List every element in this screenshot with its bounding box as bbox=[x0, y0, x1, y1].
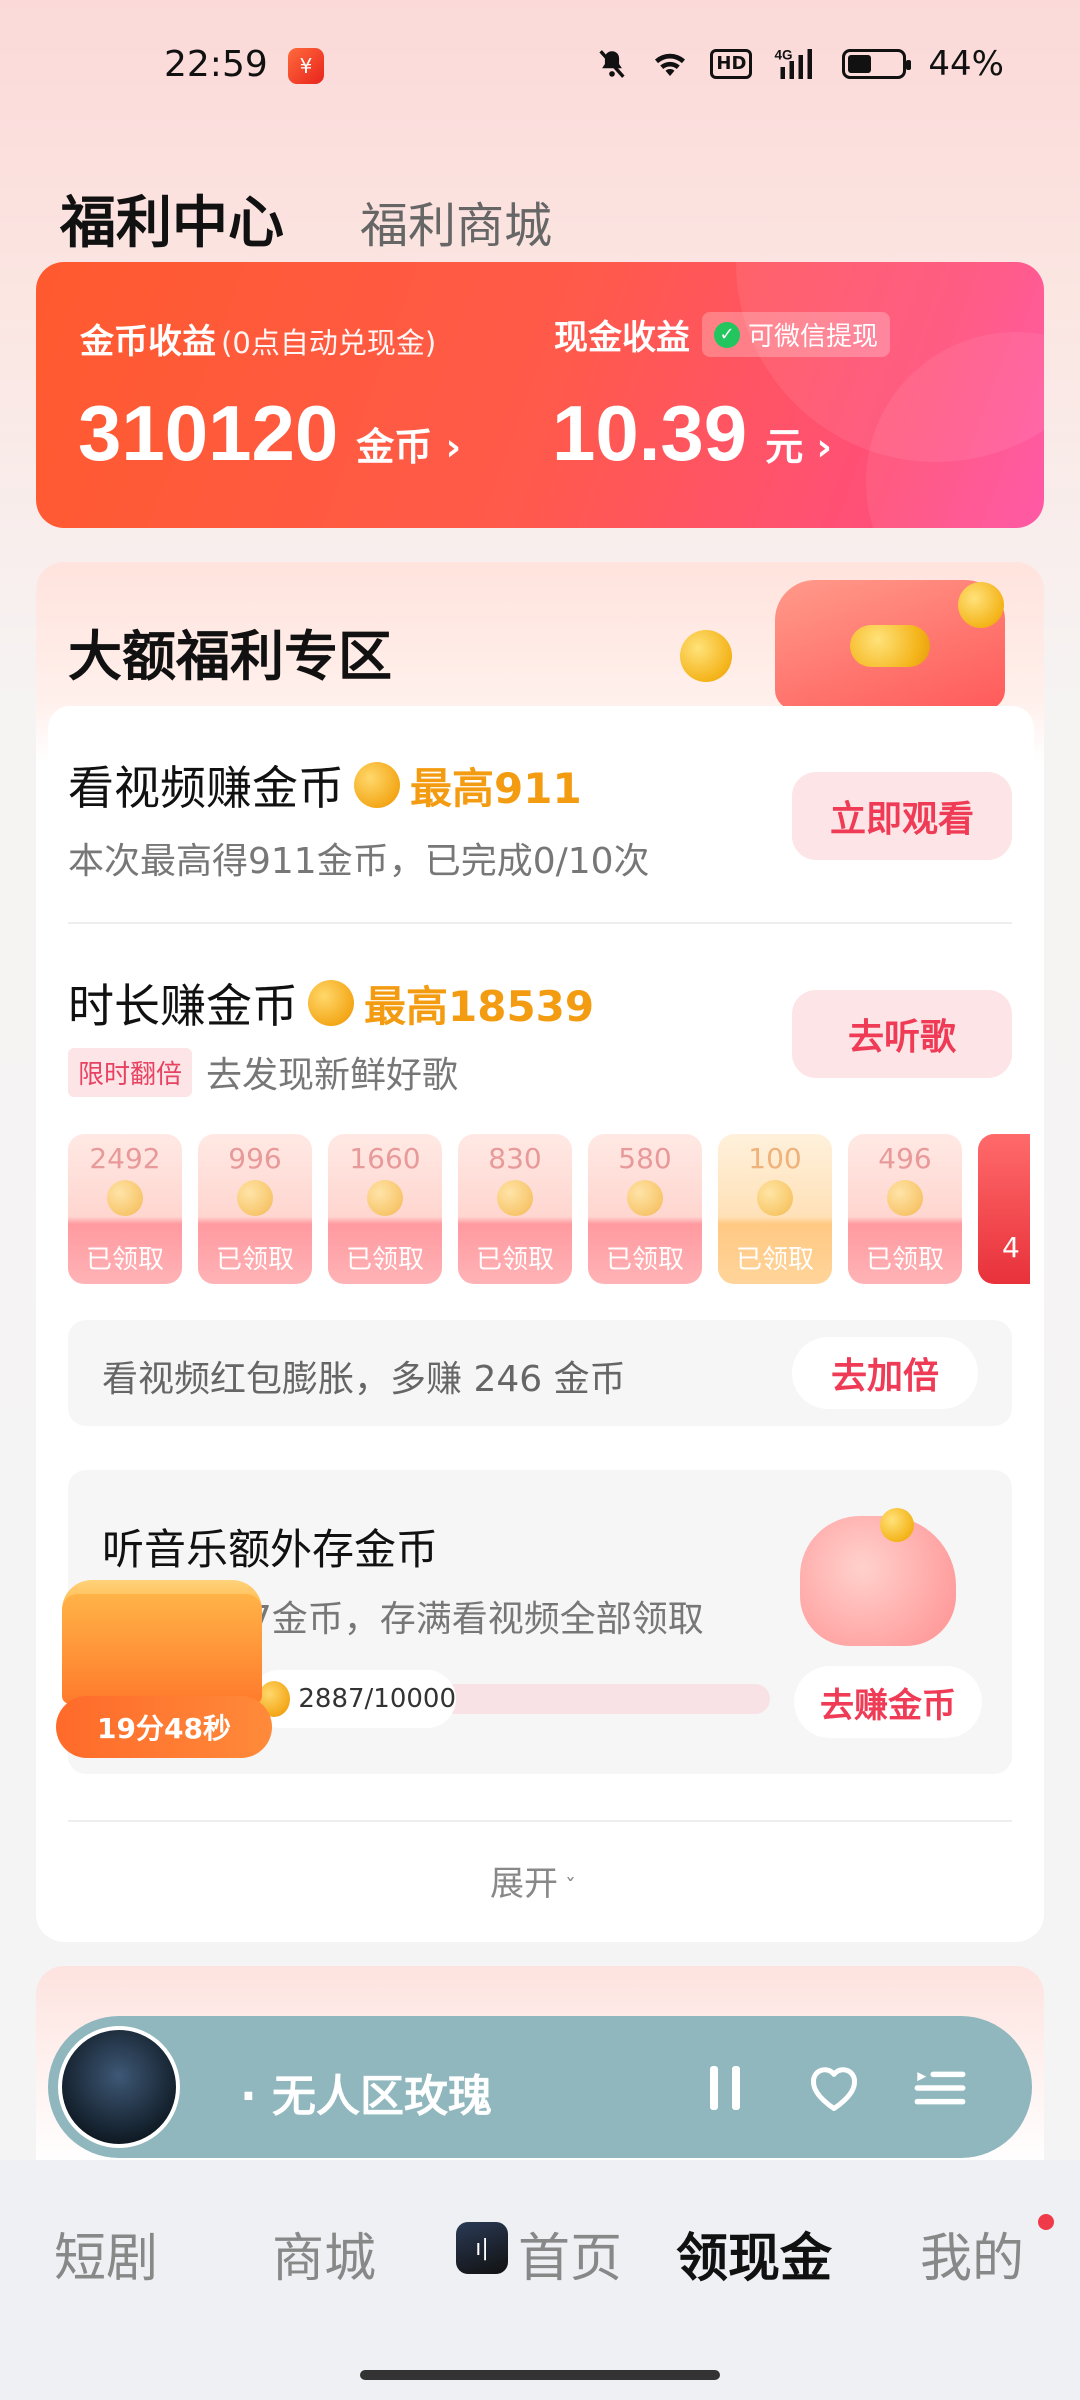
reward-envelope[interactable]: 2492 已领取 bbox=[68, 1134, 182, 1284]
treasure-chest-icon[interactable] bbox=[62, 1594, 262, 1704]
go-double-button[interactable]: 去加倍 bbox=[792, 1337, 978, 1409]
gold-coin-icon bbox=[880, 1508, 914, 1542]
video-task-title-row: 看视频赚金币 最高911 bbox=[68, 752, 582, 818]
status-time: 22:59 bbox=[164, 44, 268, 85]
now-playing-title[interactable]: · 无人区玫瑰 bbox=[240, 2060, 492, 2124]
battery-percent: 44% bbox=[928, 44, 1004, 84]
gold-coin-icon bbox=[680, 630, 732, 682]
gold-coin-icon bbox=[850, 625, 930, 667]
boost-text: 看视频红包膨胀，多赚 246 金币 bbox=[102, 1359, 626, 1400]
welfare-title: 大额福利专区 bbox=[68, 625, 392, 688]
chest-timer[interactable]: 19分48秒 bbox=[56, 1696, 272, 1758]
nav-get-cash[interactable]: 领现金 bbox=[676, 2216, 832, 2291]
mini-player[interactable] bbox=[48, 2016, 1032, 2158]
cellular-signal-icon: 4G bbox=[774, 46, 820, 82]
reward-envelope[interactable]: 996 已领取 bbox=[198, 1134, 312, 1284]
listen-task-desc-row: 限时翻倍 去发现新鲜好歌 bbox=[68, 1046, 458, 1098]
coin-icon bbox=[887, 1180, 923, 1216]
pause-icon[interactable] bbox=[696, 2058, 756, 2118]
listen-task-title-row: 时长赚金币 最高18539 bbox=[68, 970, 594, 1036]
tab-welfare-center[interactable]: 福利中心 bbox=[60, 178, 284, 259]
hd-badge: HD bbox=[710, 49, 753, 79]
music-savings-desc: 37金币，存满看视频全部领取 bbox=[226, 1599, 704, 1640]
video-task-desc: 本次最高得911金币，已完成0/10次 bbox=[68, 841, 650, 882]
coin-icon bbox=[367, 1180, 403, 1216]
wechat-check-icon: ✓ bbox=[714, 321, 740, 348]
coin-icon bbox=[497, 1180, 533, 1216]
nav-me[interactable]: 我的 bbox=[920, 2216, 1024, 2291]
reward-envelope[interactable]: 1660 已领取 bbox=[328, 1134, 442, 1284]
listen-task-max: 最高18539 bbox=[364, 981, 595, 1031]
listen-task-desc: 去发现新鲜好歌 bbox=[206, 1055, 459, 1096]
coin-icon bbox=[308, 980, 354, 1026]
chevron-down-icon: ˇ bbox=[558, 1876, 576, 1901]
wifi-icon bbox=[652, 46, 688, 82]
watch-now-button[interactable]: 立即观看 bbox=[792, 772, 1012, 860]
home-indicator[interactable] bbox=[360, 2370, 720, 2380]
limited-double-tag: 限时翻倍 bbox=[68, 1047, 193, 1097]
go-listen-button[interactable]: 去听歌 bbox=[792, 990, 1012, 1078]
nav-mall[interactable]: 商城 bbox=[272, 2216, 376, 2291]
album-cover[interactable] bbox=[58, 2026, 180, 2148]
nav-home[interactable]: 首页 bbox=[518, 2216, 622, 2291]
video-task-title: 看视频赚金币 bbox=[68, 761, 344, 815]
reward-envelope[interactable]: 4 bbox=[978, 1134, 1030, 1284]
divider bbox=[68, 922, 1012, 924]
notification-dot bbox=[1038, 2214, 1054, 2230]
gold-coin-icon bbox=[958, 582, 1004, 628]
reward-envelope[interactable]: 100 已领取 bbox=[718, 1134, 832, 1284]
earn-coins-button[interactable]: 去赚金币 bbox=[794, 1666, 982, 1738]
reward-envelope-row: 2492 已领取 996 已领取 1660 已领取 830 已领取 580 已领取 100… bbox=[68, 1134, 1030, 1284]
piggy-bank-icon bbox=[800, 1516, 956, 1646]
tab-welfare-mall[interactable]: 福利商城 bbox=[360, 186, 552, 256]
coin-icon bbox=[354, 762, 400, 808]
music-savings-title: 听音乐额外存金币 bbox=[102, 1525, 439, 1574]
playlist-icon[interactable] bbox=[910, 2058, 970, 2118]
app-notification-icon: ¥ bbox=[288, 48, 324, 84]
cash-earnings-value[interactable]: 10.39 元 › bbox=[552, 388, 832, 479]
nav-short-drama[interactable]: 短剧 bbox=[54, 2216, 158, 2291]
battery-icon bbox=[842, 49, 912, 79]
wechat-withdraw-badge: ✓ 可微信提现 bbox=[702, 312, 891, 357]
listen-task-title: 时长赚金币 bbox=[68, 979, 298, 1033]
savings-progress-pill: 2887/10000 bbox=[250, 1670, 456, 1728]
video-task-max: 最高911 bbox=[410, 763, 582, 813]
savings-progress-text: 2887/10000 bbox=[298, 1684, 456, 1714]
coin-icon bbox=[107, 1180, 143, 1216]
reward-envelope[interactable]: 580 已领取 bbox=[588, 1134, 702, 1284]
status-icons: HD 4G 44% bbox=[594, 44, 1004, 84]
coin-icon bbox=[757, 1180, 793, 1216]
heart-icon[interactable] bbox=[804, 2058, 864, 2118]
reward-envelope[interactable]: 830 已领取 bbox=[458, 1134, 572, 1284]
coin-icon bbox=[627, 1180, 663, 1216]
coin-icon bbox=[237, 1180, 273, 1216]
mute-bell-icon bbox=[594, 46, 630, 82]
coin-earnings-value[interactable]: 310120 金币 › bbox=[78, 388, 461, 479]
cash-earnings-label: 现金收益 ✓ 可微信提现 bbox=[554, 310, 891, 359]
expand-button[interactable]: 展开 ˇ bbox=[490, 1856, 576, 1905]
home-logo-icon[interactable]: ı| bbox=[456, 2222, 508, 2274]
reward-envelope[interactable]: 496 已领取 bbox=[848, 1134, 962, 1284]
divider bbox=[68, 1820, 1012, 1822]
svg-text:4G: 4G bbox=[775, 48, 793, 63]
coin-earnings-label: 金币收益 (0点自动兑现金) bbox=[80, 322, 437, 362]
